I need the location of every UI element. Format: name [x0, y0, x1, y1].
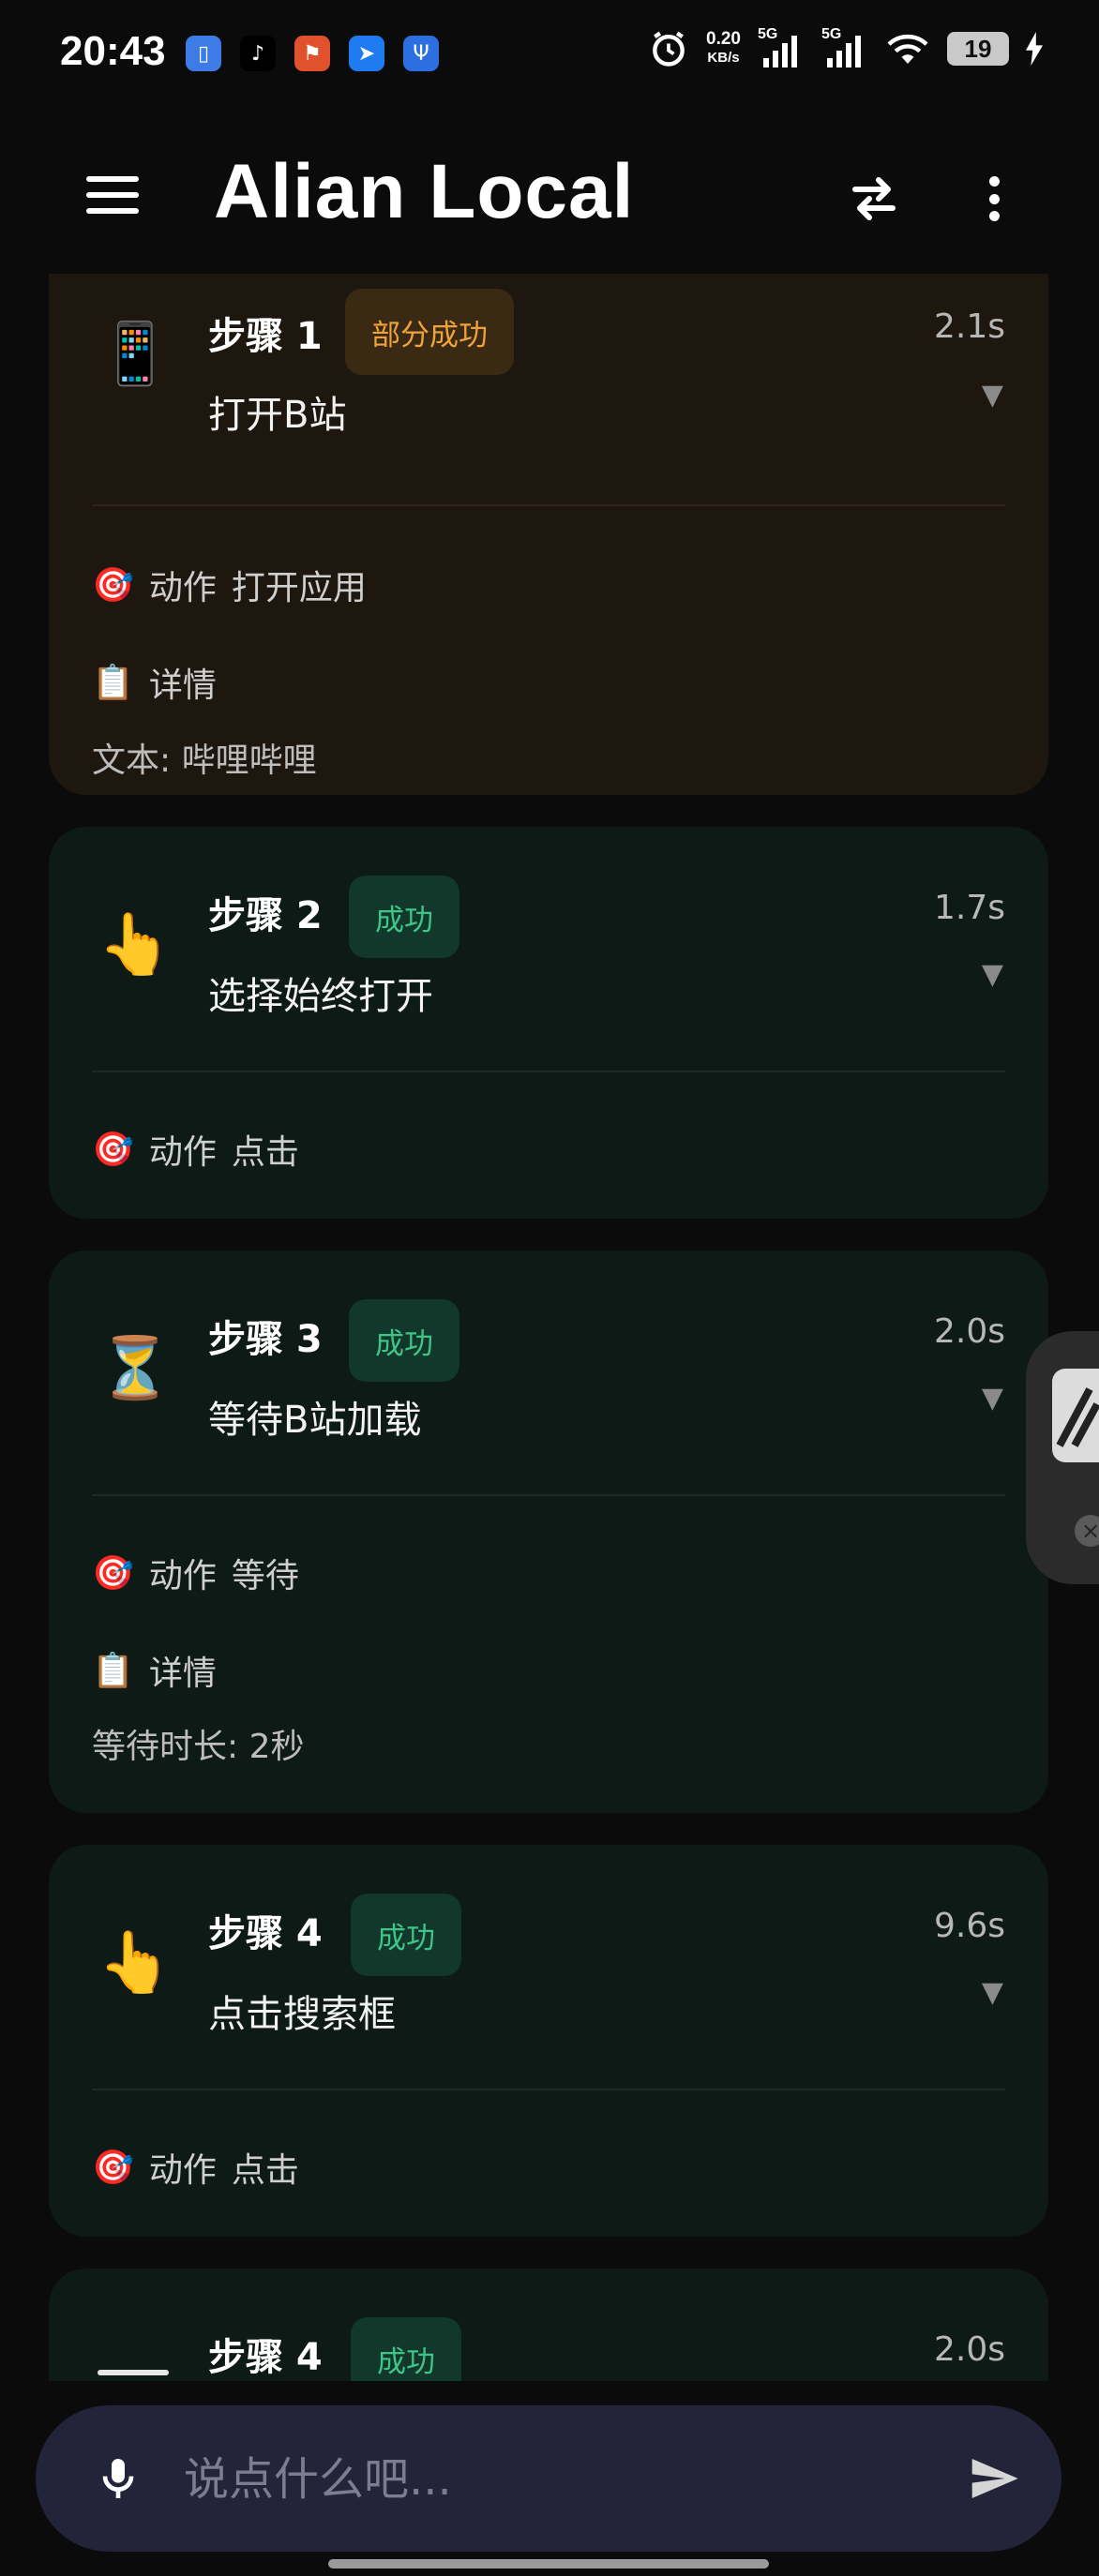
- step-title: 步骤 2: [208, 894, 323, 937]
- details-text: 文本: 哔哩哔哩: [92, 741, 317, 780]
- status-badge: 成功: [351, 2317, 461, 2381]
- step-icon: [98, 2370, 169, 2375]
- pointing-hand-icon: 👆: [98, 1928, 173, 1998]
- target-icon: 🎯: [92, 1131, 134, 1169]
- action-value: 打开应用: [231, 569, 367, 607]
- action-label: 动作: [148, 1133, 217, 1172]
- clipboard-icon: 📋: [92, 664, 134, 702]
- signal-icon: 5G: [758, 26, 805, 67]
- status-badge: 成功: [351, 1894, 461, 1976]
- divider: [92, 1494, 1005, 1496]
- floating-widget-preview[interactable]: [1052, 1369, 1099, 1462]
- close-icon[interactable]: ×: [1075, 1515, 1099, 1547]
- target-icon: 🎯: [92, 566, 134, 605]
- step-description: 等待B站加载: [208, 1399, 422, 1442]
- home-indicator[interactable]: [328, 2559, 769, 2569]
- status-badge: 部分成功: [345, 289, 514, 375]
- status-time: 20:43: [60, 28, 166, 74]
- app-bar: Alian Local: [0, 112, 1099, 274]
- notification-icons: ▯ ♪ ⚑ ➤ Ψ: [186, 36, 439, 71]
- details-label: 详情: [148, 666, 217, 705]
- tiktok-icon: ♪: [240, 36, 276, 71]
- step-title: 步骤 3: [208, 1318, 323, 1361]
- target-icon: 🎯: [92, 1554, 134, 1593]
- action-label: 动作: [148, 1557, 217, 1595]
- step-description: 点击搜索框: [208, 1993, 396, 2036]
- divider: [92, 2089, 1005, 2090]
- divider: [92, 504, 1005, 506]
- details-text: 等待时长: 2秒: [92, 1728, 305, 1766]
- step-title: 步骤 1: [208, 315, 323, 358]
- more-options-button[interactable]: [975, 171, 1013, 227]
- action-label: 动作: [148, 2151, 217, 2190]
- app-title: Alian Local: [214, 149, 635, 234]
- details-row: 📋 详情: [92, 658, 217, 707]
- step-duration: 2.1s: [933, 307, 1005, 346]
- step-description: 选择始终打开: [208, 975, 433, 1018]
- swap-icon[interactable]: [846, 171, 902, 227]
- message-input[interactable]: [182, 2439, 955, 2520]
- action-value: 点击: [231, 2151, 299, 2190]
- action-value: 点击: [231, 1133, 299, 1172]
- step-duration: 2.0s: [933, 2330, 1005, 2369]
- step-card[interactable]: 📱 步骤 1 部分成功 2.1s ▼ 打开B站 🎯 动作 打开应用 📋 详情 文…: [49, 274, 1048, 795]
- step-duration: 2.0s: [933, 1312, 1005, 1351]
- status-badge: 成功: [349, 876, 459, 958]
- step-title: 步骤 4: [208, 2336, 323, 2379]
- details-row: 📋 详情: [92, 1646, 217, 1695]
- net-speed-unit: KB/s: [707, 50, 740, 66]
- target-icon: 🎯: [92, 2149, 134, 2187]
- action-row: 🎯 动作 等待: [92, 1549, 299, 1597]
- sim1-label: 5G: [758, 26, 778, 42]
- action-row: 🎯 动作 点击: [92, 2143, 299, 2192]
- clipboard-icon: 📋: [92, 1652, 134, 1690]
- action-row: 🎯 动作 点击: [92, 1125, 299, 1174]
- step-duration: 9.6s: [933, 1907, 1005, 1945]
- status-bar: 20:43 ▯ ♪ ⚑ ➤ Ψ 0.20 KB/s 5G 5G 19: [0, 0, 1099, 112]
- chat-input-bar: [36, 2405, 1061, 2552]
- floating-assistant-widget[interactable]: ×: [1026, 1331, 1099, 1584]
- signal-icon: 5G: [821, 26, 868, 67]
- usb-icon: Ψ: [403, 36, 439, 71]
- phone-icon: 📱: [98, 320, 173, 389]
- game-icon: ⚑: [294, 36, 330, 71]
- step-card[interactable]: ⏳ 步骤 3 成功 2.0s ▼ 等待B站加载 🎯 动作 等待 📋 详情 等待时…: [49, 1251, 1048, 1813]
- sim2-label: 5G: [821, 26, 842, 42]
- action-value: 等待: [231, 1557, 299, 1595]
- chevron-down-icon[interactable]: ▼: [982, 1382, 1003, 1415]
- chevron-down-icon[interactable]: ▼: [982, 379, 1003, 412]
- battery-indicator: 19: [947, 32, 1009, 66]
- send-icon[interactable]: [966, 2452, 1022, 2505]
- step-title: 步骤 4: [208, 1912, 323, 1955]
- chevron-down-icon[interactable]: ▼: [982, 1976, 1003, 2009]
- step-list: 📱 步骤 1 部分成功 2.1s ▼ 打开B站 🎯 动作 打开应用 📋 详情 文…: [0, 274, 1099, 2381]
- action-label: 动作: [148, 569, 217, 607]
- pointing-hand-icon: 👆: [98, 910, 173, 980]
- status-badge: 成功: [349, 1299, 459, 1382]
- step-duration: 1.7s: [933, 889, 1005, 927]
- net-speed: 0.20 KB/s: [706, 30, 741, 67]
- phone-app-icon: ▯: [186, 36, 221, 71]
- alarm-icon: [653, 31, 685, 67]
- step-card[interactable]: 步骤 4 成功 2.0s: [49, 2269, 1048, 2381]
- microphone-icon[interactable]: [92, 2452, 144, 2505]
- chevron-down-icon[interactable]: ▼: [982, 958, 1003, 991]
- step-card[interactable]: 👆 步骤 4 成功 9.6s ▼ 点击搜索框 🎯 动作 点击: [49, 1845, 1048, 2237]
- action-row: 🎯 动作 打开应用: [92, 561, 367, 609]
- divider: [92, 1071, 1005, 1072]
- menu-button[interactable]: [86, 176, 143, 217]
- hourglass-icon: ⏳: [98, 1334, 173, 1403]
- step-card[interactable]: 👆 步骤 2 成功 1.7s ▼ 选择始终打开 🎯 动作 点击: [49, 827, 1048, 1219]
- details-label: 详情: [148, 1655, 217, 1693]
- wifi-icon: [887, 34, 928, 64]
- feishu-icon: ➤: [349, 36, 384, 71]
- charging-icon: [1026, 32, 1043, 66]
- step-description: 打开B站: [208, 394, 347, 437]
- net-speed-value: 0.20: [706, 29, 741, 49]
